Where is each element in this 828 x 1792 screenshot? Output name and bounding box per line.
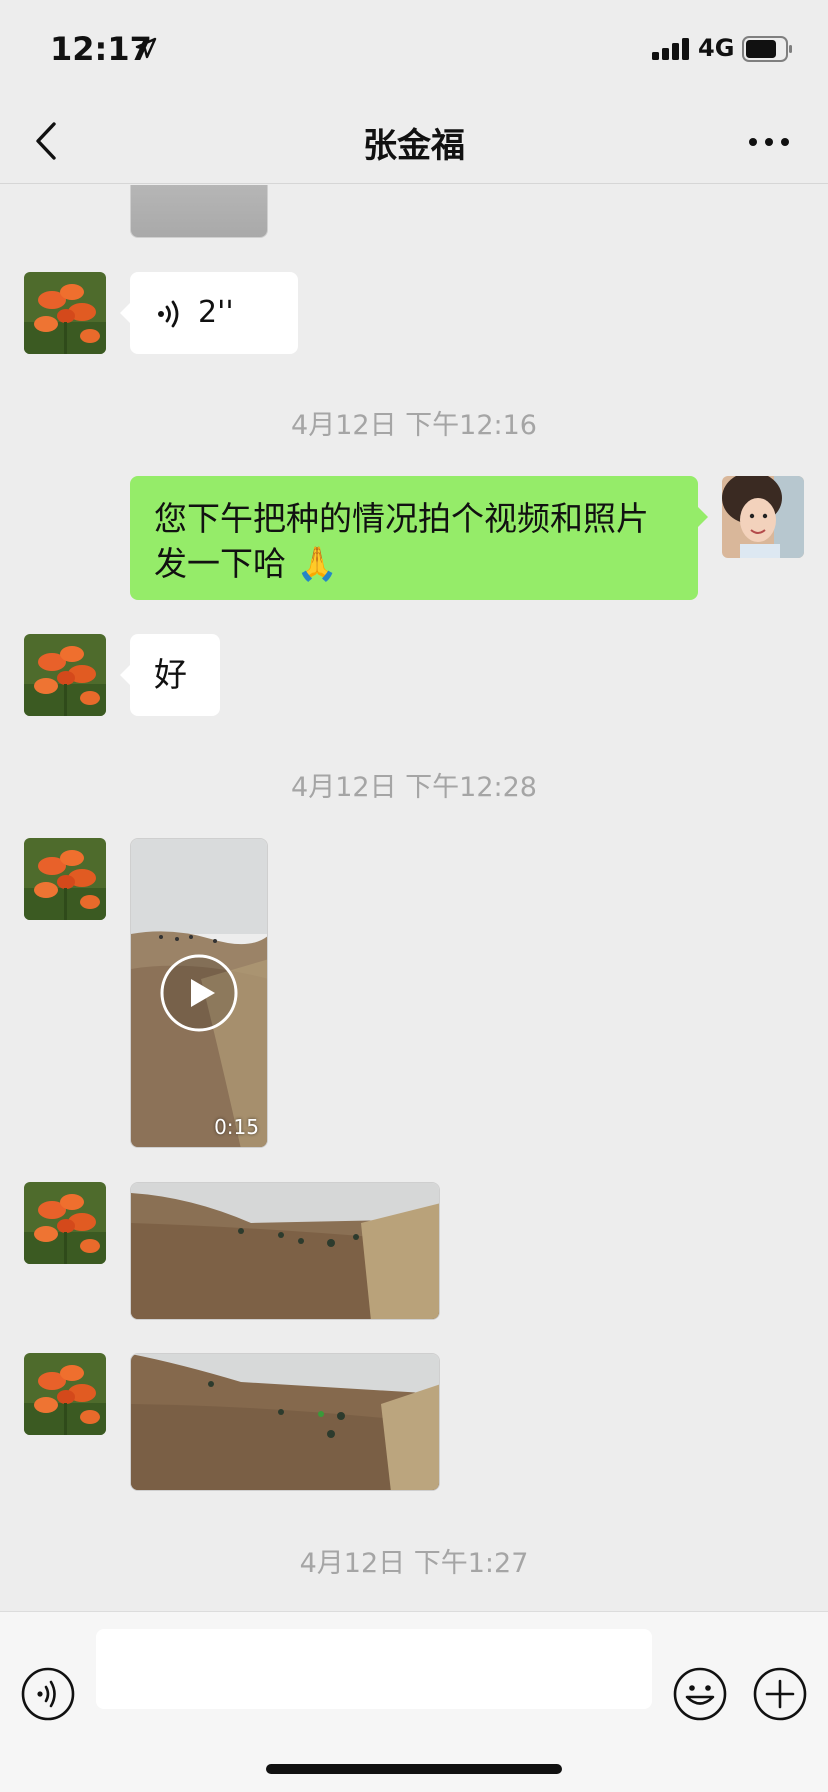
incoming-message-text: 好 xyxy=(154,655,187,694)
message-input[interactable] xyxy=(96,1629,652,1709)
play-icon[interactable] xyxy=(159,953,239,1033)
outgoing-message-text: 您下午把种的情况拍个视频和照片发一下哈 🙏 xyxy=(154,499,649,583)
chat-header: 张金福 xyxy=(0,100,828,184)
field-photo-image xyxy=(131,1354,439,1490)
home-indicator xyxy=(266,1764,562,1774)
image-message[interactable] xyxy=(130,1353,440,1491)
more-options-icon[interactable] xyxy=(744,122,794,162)
lily-flower-avatar-image xyxy=(24,1353,106,1435)
voice-input-icon[interactable] xyxy=(20,1666,76,1722)
lily-flower-avatar-image xyxy=(24,272,106,354)
video-message[interactable]: 0:15 xyxy=(130,838,268,1148)
battery-icon xyxy=(742,36,792,62)
field-photo-image xyxy=(131,1183,439,1319)
lily-flower-avatar-image xyxy=(24,1182,106,1264)
lily-flower-avatar-image xyxy=(24,838,106,920)
voice-duration: 2'' xyxy=(198,295,234,330)
contact-avatar[interactable] xyxy=(24,272,106,354)
signal-strength-icon xyxy=(652,38,689,60)
voice-message-bubble[interactable]: 2'' xyxy=(130,272,298,354)
message-list[interactable]: 2'' 4月12日 下午12:16 您下午把种的情况拍个视频和照片发一下哈 🙏 xyxy=(0,185,828,1611)
emoji-icon[interactable] xyxy=(672,1666,728,1722)
partial-image-message[interactable] xyxy=(130,185,268,238)
status-bar: 12:17 4G xyxy=(0,0,828,100)
timestamp: 4月12日 下午1:27 xyxy=(299,1548,529,1579)
incoming-message-bubble[interactable]: 好 xyxy=(130,634,220,716)
chat-title: 张金福 xyxy=(363,126,465,166)
video-duration: 0:15 xyxy=(214,1115,259,1139)
contact-avatar[interactable] xyxy=(24,1353,106,1435)
timestamp: 4月12日 下午12:28 xyxy=(291,772,537,803)
timestamp: 4月12日 下午12:16 xyxy=(291,410,537,441)
lily-flower-avatar-image xyxy=(24,634,106,716)
image-message[interactable] xyxy=(130,1182,440,1320)
voice-wave-icon xyxy=(158,300,179,328)
plus-icon[interactable] xyxy=(752,1666,808,1722)
girl-portrait-avatar-image xyxy=(722,476,804,558)
contact-avatar[interactable] xyxy=(24,634,106,716)
location-arrow-icon xyxy=(135,37,157,59)
contact-avatar[interactable] xyxy=(24,838,106,920)
contact-avatar[interactable] xyxy=(24,1182,106,1264)
outgoing-message-bubble[interactable]: 您下午把种的情况拍个视频和照片发一下哈 🙏 xyxy=(130,476,698,600)
my-avatar[interactable] xyxy=(722,476,804,558)
network-type: 4G xyxy=(698,34,735,62)
